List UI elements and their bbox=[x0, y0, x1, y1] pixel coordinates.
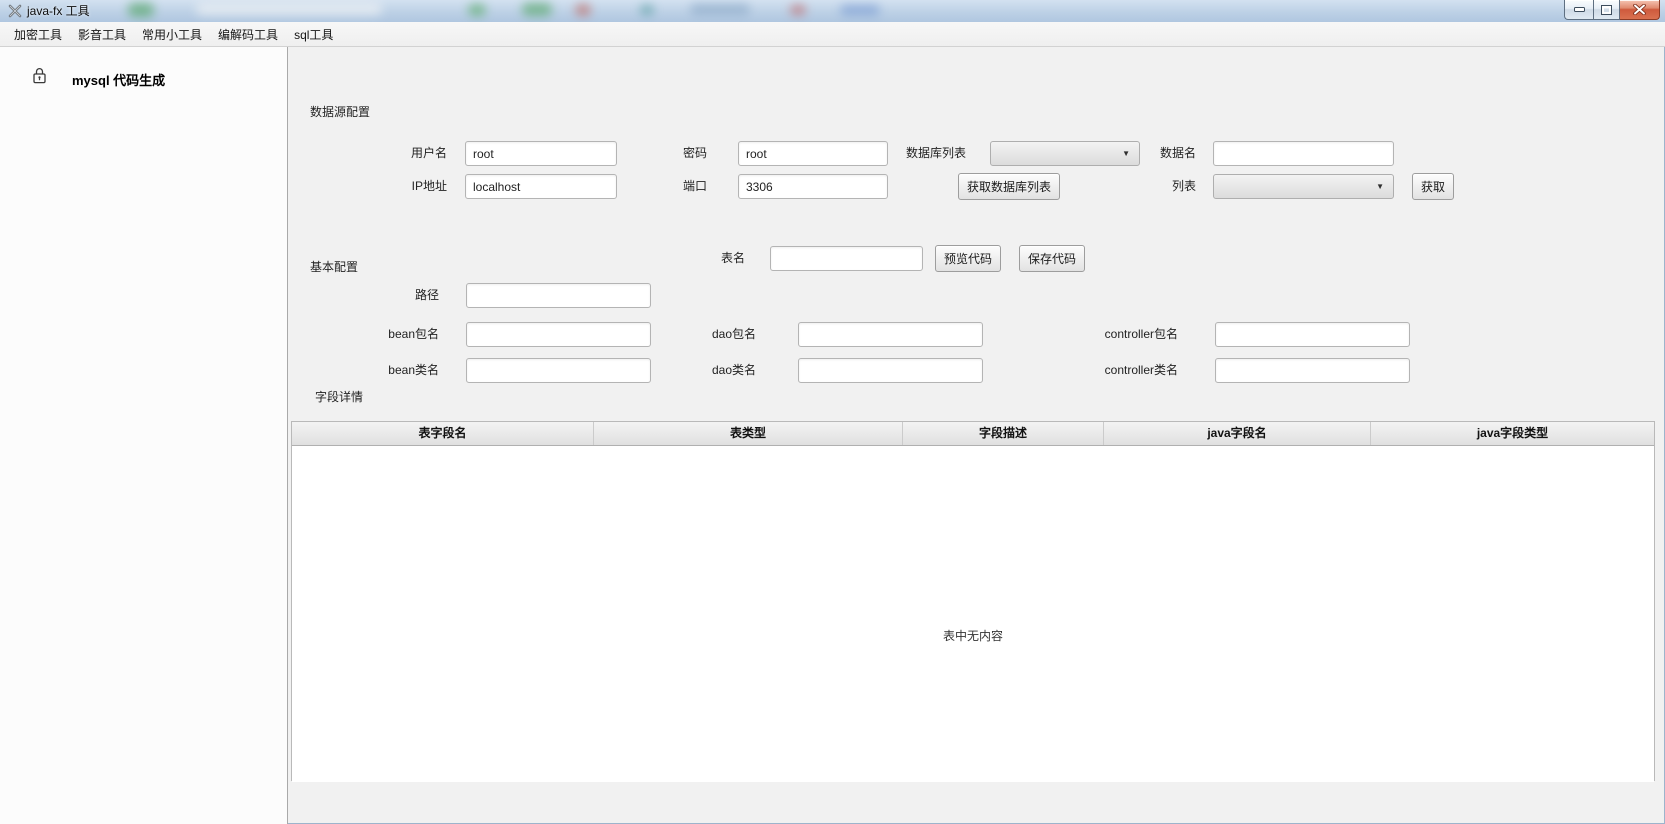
close-button[interactable] bbox=[1620, 0, 1660, 20]
controller-class-input[interactable] bbox=[1215, 358, 1410, 383]
username-input[interactable] bbox=[465, 141, 617, 166]
column-header-table-field[interactable]: 表字段名 bbox=[292, 422, 594, 445]
minimize-button[interactable] bbox=[1564, 0, 1593, 20]
bean-class-input[interactable] bbox=[466, 358, 651, 383]
controller-package-input[interactable] bbox=[1215, 322, 1410, 347]
basic-section-title: 基本配置 bbox=[310, 258, 358, 275]
titlebar-blur-decoration bbox=[468, 4, 486, 16]
password-input[interactable] bbox=[738, 141, 888, 166]
titlebar-blur-decoration bbox=[690, 4, 750, 15]
fetch-database-list-button[interactable]: 获取数据库列表 bbox=[958, 173, 1060, 200]
app-tools-icon bbox=[7, 3, 23, 19]
menubar: 加密工具 影音工具 常用小工具 编解码工具 sql工具 bbox=[0, 22, 1665, 47]
table-list-label: 列表 bbox=[1106, 174, 1196, 199]
datasource-section-title: 数据源配置 bbox=[310, 103, 370, 120]
table-name-label: 表名 bbox=[655, 246, 745, 271]
dao-package-input[interactable] bbox=[798, 322, 983, 347]
dao-class-input[interactable] bbox=[798, 358, 983, 383]
database-name-label: 数据名 bbox=[1106, 141, 1196, 166]
maximize-button[interactable] bbox=[1593, 0, 1620, 20]
port-input[interactable] bbox=[738, 174, 888, 199]
titlebar-blur-decoration bbox=[790, 5, 806, 15]
database-name-input[interactable] bbox=[1213, 141, 1394, 166]
chevron-down-icon: ▼ bbox=[1376, 183, 1384, 191]
titlebar-blur-decoration bbox=[128, 3, 154, 17]
window-title: java-fx 工具 bbox=[27, 0, 90, 22]
column-header-field-desc[interactable]: 字段描述 bbox=[903, 422, 1104, 445]
window-controls bbox=[1564, 0, 1660, 20]
dao-package-label: dao包名 bbox=[666, 322, 756, 347]
table-name-input[interactable] bbox=[770, 246, 923, 271]
titlebar-blur-decoration bbox=[196, 2, 382, 15]
fields-section-title: 字段详情 bbox=[315, 388, 363, 405]
application-window: java-fx 工具 加密工具 影音工具 常用小工具 编解码工具 bbox=[0, 0, 1665, 824]
bean-package-input[interactable] bbox=[466, 322, 651, 347]
titlebar-blur-decoration bbox=[522, 3, 552, 16]
table-list-combobox[interactable]: ▼ bbox=[1213, 174, 1394, 199]
save-code-button[interactable]: 保存代码 bbox=[1019, 245, 1085, 272]
bean-class-label: bean类名 bbox=[349, 358, 439, 383]
dao-class-label: dao类名 bbox=[666, 358, 756, 383]
menu-item-codec-tools[interactable]: 编解码工具 bbox=[210, 22, 286, 47]
sidebar-item-mysql-codegen[interactable]: mysql 代码生成 bbox=[0, 57, 287, 93]
path-input[interactable] bbox=[466, 283, 651, 308]
ip-label: IP地址 bbox=[357, 174, 447, 199]
menu-item-sql-tools[interactable]: sql工具 bbox=[286, 22, 341, 47]
menu-item-media-tools[interactable]: 影音工具 bbox=[70, 22, 134, 47]
fetch-button[interactable]: 获取 bbox=[1412, 173, 1454, 200]
path-label: 路径 bbox=[349, 283, 439, 308]
password-label: 密码 bbox=[617, 141, 707, 166]
table-body[interactable]: 表中无内容 bbox=[292, 446, 1654, 782]
sidebar-item-label: mysql 代码生成 bbox=[72, 70, 165, 89]
username-label: 用户名 bbox=[357, 141, 447, 166]
titlebar-blur-decoration bbox=[640, 5, 654, 15]
column-header-java-type[interactable]: java字段类型 bbox=[1371, 422, 1654, 445]
column-header-table-type[interactable]: 表类型 bbox=[594, 422, 903, 445]
lock-icon bbox=[33, 67, 46, 87]
menu-item-common-tools[interactable]: 常用小工具 bbox=[134, 22, 210, 47]
titlebar-blur-decoration bbox=[840, 5, 880, 15]
table-empty-placeholder: 表中无内容 bbox=[292, 627, 1654, 644]
titlebar-blur-decoration bbox=[575, 4, 591, 16]
menu-item-encrypt-tools[interactable]: 加密工具 bbox=[6, 22, 70, 47]
ip-input[interactable] bbox=[465, 174, 617, 199]
controller-package-label: controller包名 bbox=[1068, 322, 1178, 347]
preview-code-button[interactable]: 预览代码 bbox=[935, 245, 1001, 272]
fields-table: 表字段名 表类型 字段描述 java字段名 java字段类型 表中无内容 bbox=[291, 421, 1655, 781]
bean-package-label: bean包名 bbox=[349, 322, 439, 347]
controller-class-label: controller类名 bbox=[1068, 358, 1178, 383]
table-header-row: 表字段名 表类型 字段描述 java字段名 java字段类型 bbox=[292, 422, 1654, 446]
port-label: 端口 bbox=[617, 174, 707, 199]
titlebar[interactable]: java-fx 工具 bbox=[0, 0, 1665, 23]
sidebar: mysql 代码生成 bbox=[0, 47, 288, 824]
database-list-label: 数据库列表 bbox=[876, 141, 966, 166]
column-header-java-field[interactable]: java字段名 bbox=[1104, 422, 1371, 445]
